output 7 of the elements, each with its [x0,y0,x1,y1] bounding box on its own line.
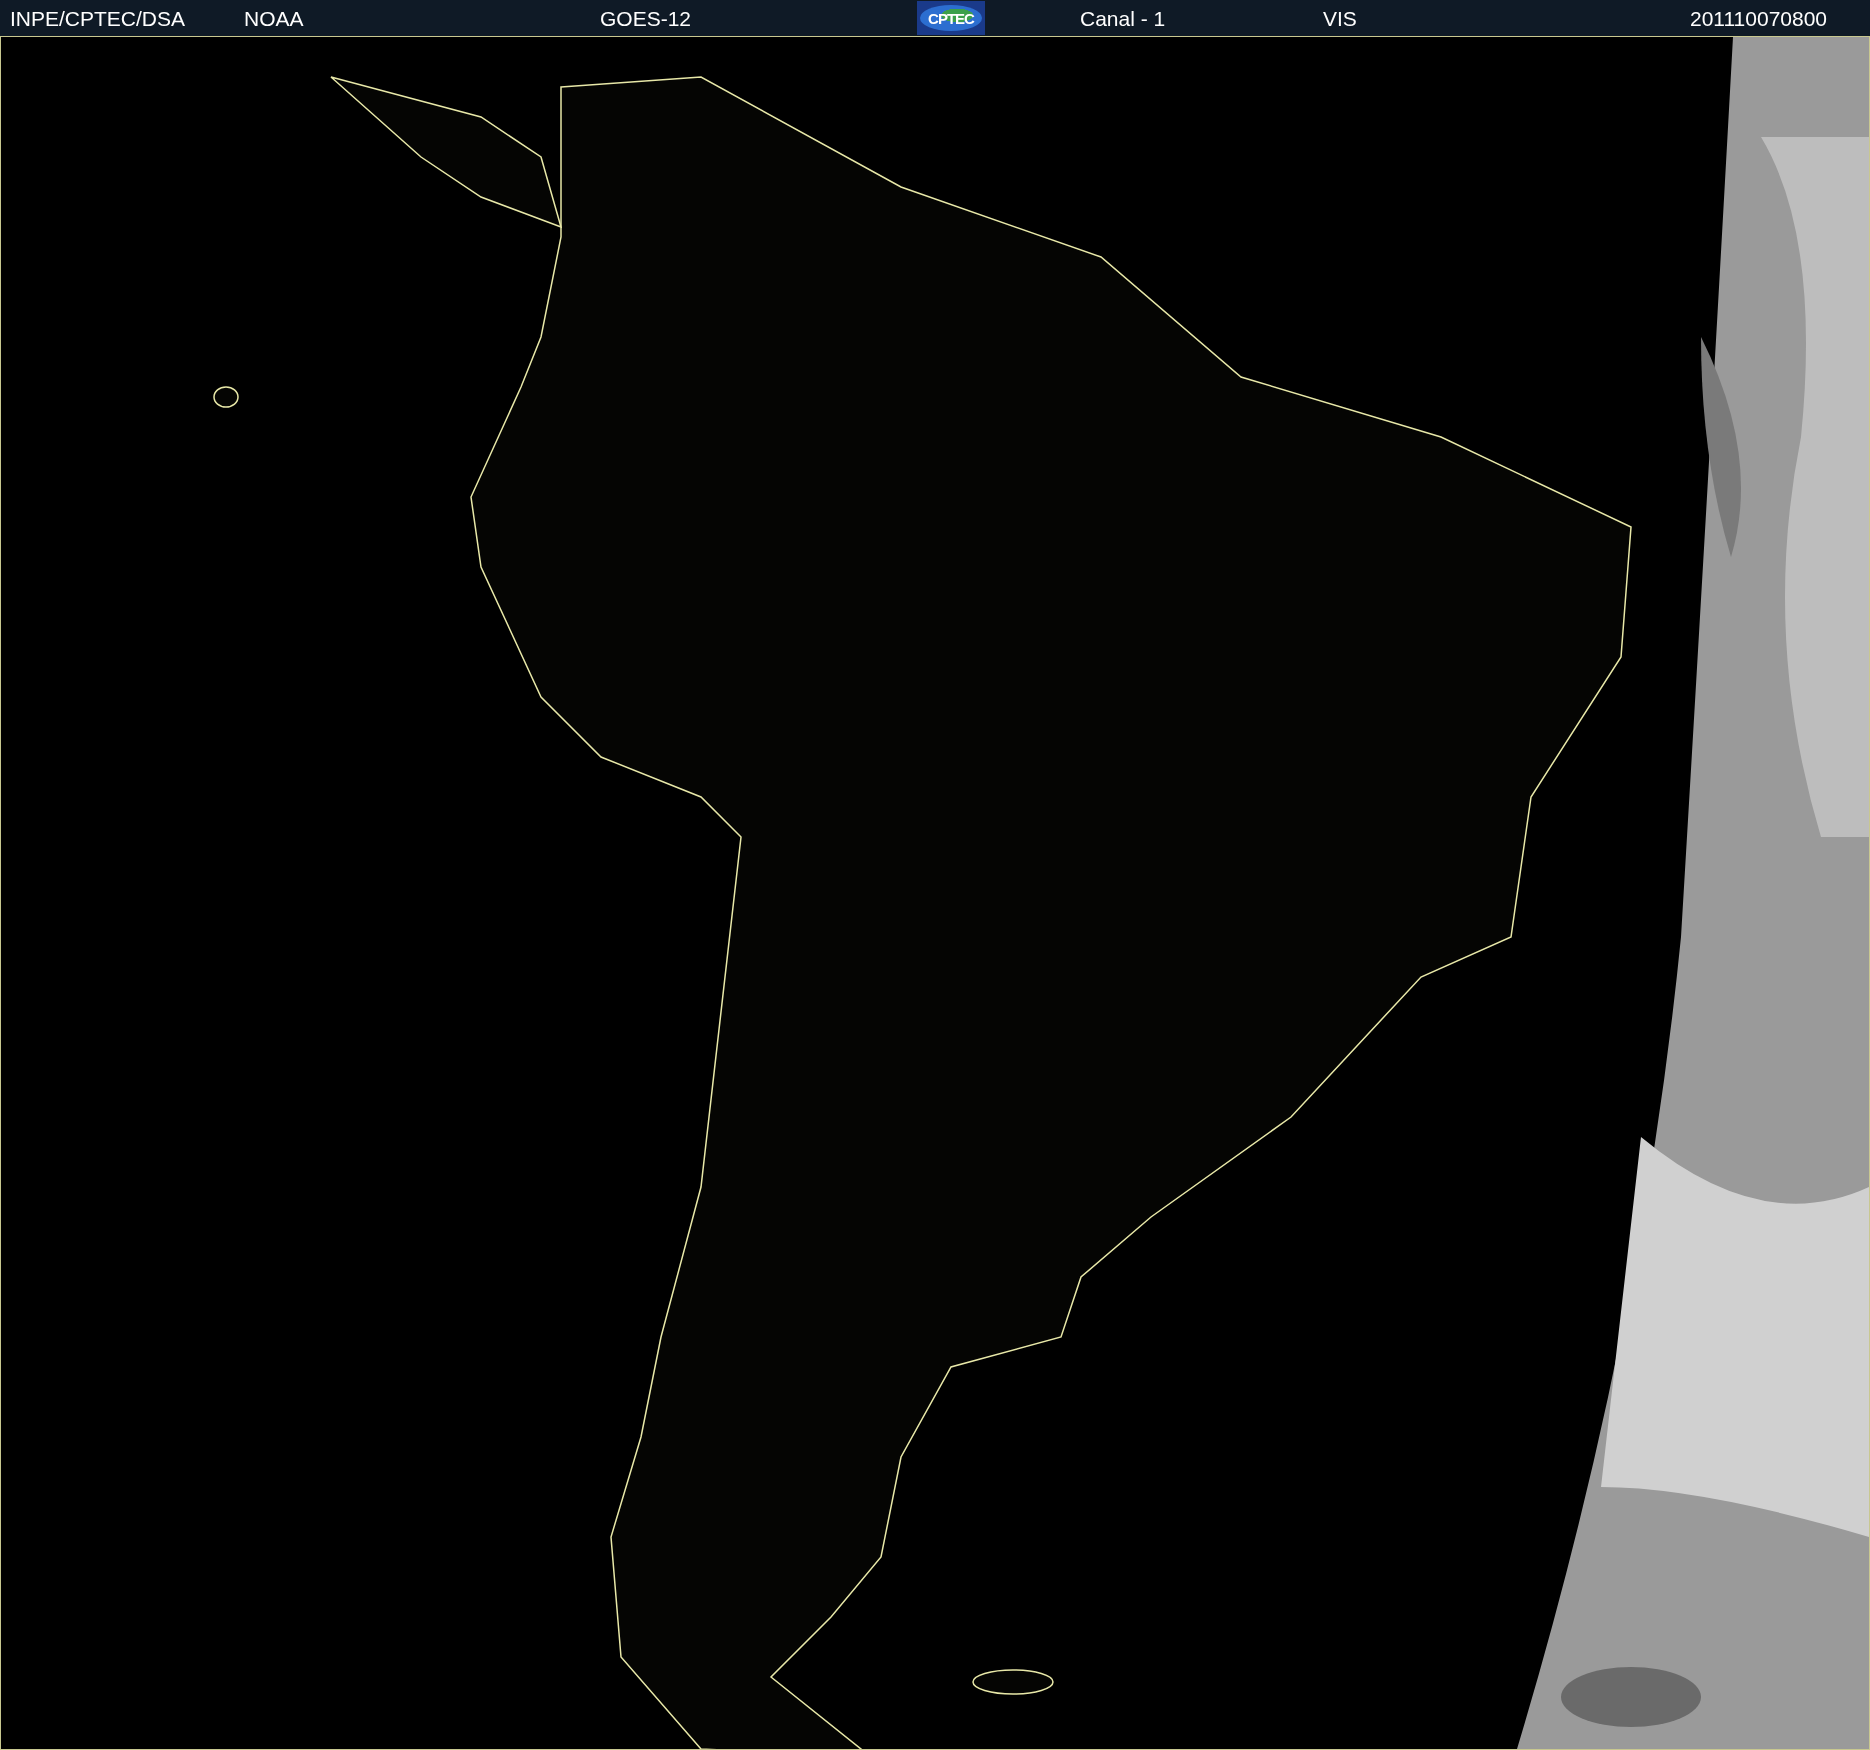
header-label: NOAA [244,7,304,31]
header-label: VIS [1323,7,1357,31]
header-label: INPE/CPTEC/DSA [10,7,186,31]
logo-badge: CPTEC [917,1,985,35]
header-label: GOES-12 [600,7,692,31]
header-label: 201110070800 [1690,7,1828,31]
header-label: Canal - 1 [1080,7,1166,31]
